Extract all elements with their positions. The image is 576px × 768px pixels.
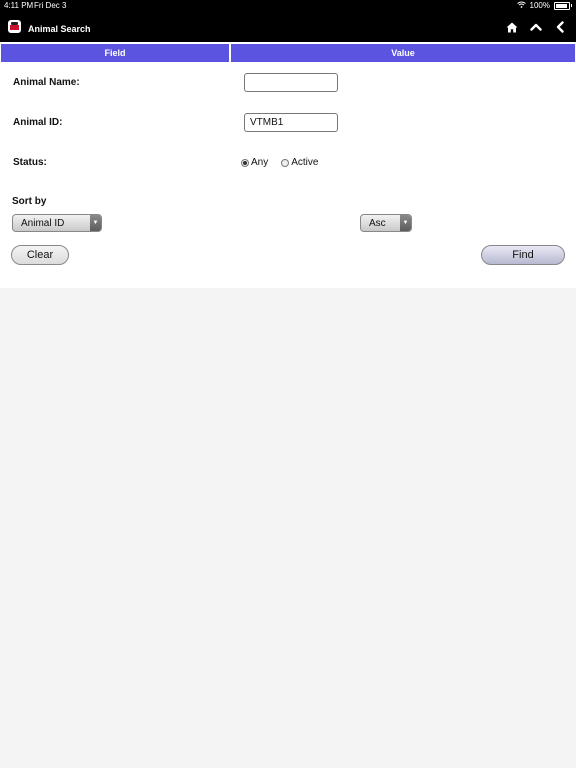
empty-results-area <box>0 288 576 768</box>
status-date: Fri Dec 3 <box>34 1 67 10</box>
sort-order-select[interactable]: Asc ▼ <box>360 214 412 232</box>
status-indicators: 100% <box>516 1 572 10</box>
top-bar: 4:11 PM Fri Dec 3 100% Animal Search <box>0 0 576 42</box>
sort-field-select[interactable]: Animal ID ▼ <box>12 214 102 232</box>
wifi-icon <box>516 1 526 10</box>
search-form: Field Value Animal Name: Animal ID: Stat… <box>0 42 576 288</box>
status-any-label[interactable]: Any <box>251 157 268 168</box>
sort-order-value: Asc <box>369 217 386 229</box>
status-active-label[interactable]: Active <box>291 157 318 168</box>
table-header: Field Value <box>1 44 575 62</box>
status-radio-group: Any Active <box>241 157 331 168</box>
chevron-up-icon[interactable] <box>530 21 542 33</box>
dropdown-arrow-icon: ▼ <box>400 215 411 231</box>
battery-icon <box>554 1 570 10</box>
nav-actions <box>506 21 566 33</box>
animal-name-label: Animal Name: <box>13 77 80 88</box>
page-title: Animal Search <box>28 24 91 34</box>
app-logo-icon <box>8 20 21 33</box>
sort-field-value: Animal ID <box>21 217 65 229</box>
battery-percent: 100% <box>529 1 550 10</box>
chevron-left-icon[interactable] <box>554 21 566 33</box>
status-time: 4:11 PM <box>4 1 34 10</box>
status-any-radio[interactable] <box>241 158 249 167</box>
sort-by-label: Sort by <box>12 196 47 207</box>
status-label: Status: <box>13 157 47 168</box>
column-header-value: Value <box>231 44 575 62</box>
animal-name-input[interactable] <box>244 73 338 92</box>
status-active-radio[interactable] <box>281 158 290 167</box>
dropdown-arrow-icon: ▼ <box>90 215 101 231</box>
column-header-field: Field <box>1 44 229 62</box>
animal-id-label: Animal ID: <box>13 117 63 128</box>
animal-id-input[interactable] <box>244 113 338 132</box>
clear-button[interactable]: Clear <box>11 245 69 265</box>
find-button[interactable]: Find <box>481 245 565 265</box>
home-icon[interactable] <box>506 21 518 33</box>
